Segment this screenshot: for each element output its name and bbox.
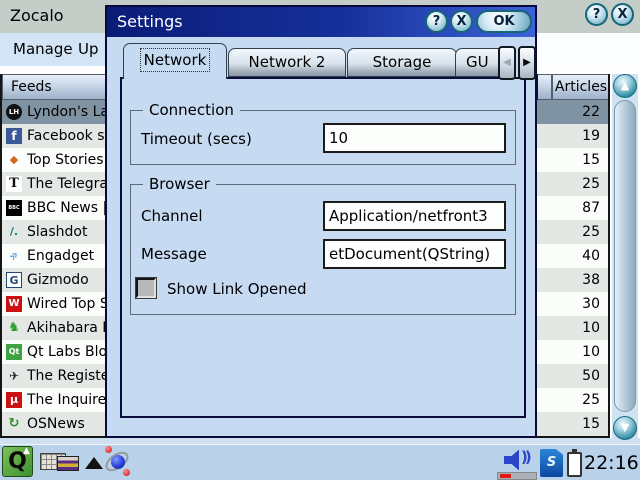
message-label: Message xyxy=(141,245,207,263)
volume-speaker-icon[interactable]: )) xyxy=(504,449,538,471)
article-count: 25 xyxy=(530,172,608,196)
article-count: 30 xyxy=(530,292,608,316)
slashdot-icon: /. xyxy=(6,224,22,240)
battery-icon[interactable] xyxy=(567,452,582,477)
timeout-input[interactable]: 10 xyxy=(323,123,506,153)
article-count: 40 xyxy=(530,244,608,268)
scroll-up-icon[interactable]: ▲ xyxy=(613,74,637,98)
atom-electron xyxy=(123,469,130,476)
article-count: 50 xyxy=(530,364,608,388)
tab-network-label: Network xyxy=(140,48,211,72)
timeout-label: Timeout (secs) xyxy=(141,130,252,148)
app-title: Zocalo xyxy=(10,6,64,25)
volume-level-fill xyxy=(500,474,511,478)
tab-network-2[interactable]: Network 2 xyxy=(228,48,346,77)
article-count: 15 xyxy=(530,412,608,436)
screen-close-button[interactable]: X xyxy=(611,3,634,26)
qt-labs-icon: Qt xyxy=(6,344,22,360)
wired-icon: W xyxy=(6,296,22,312)
article-count: 38 xyxy=(530,268,608,292)
scroll-down-icon[interactable]: ▼ xyxy=(613,416,637,440)
lyndons-latest-icon: LH xyxy=(6,104,22,120)
article-count: 19 xyxy=(530,124,608,148)
tab-scroll-right-icon[interactable]: ▶ xyxy=(518,46,536,80)
dialog-title: Settings xyxy=(117,12,183,31)
show-link-opened-checkbox[interactable] xyxy=(136,278,156,298)
browser-group: Browser Channel Application/netfront3 Me… xyxy=(130,184,516,315)
atom-nucleus xyxy=(111,455,125,469)
facebook-icon: f xyxy=(6,128,22,144)
channel-input[interactable]: Application/netfront3 xyxy=(323,201,506,231)
screen-help-button[interactable]: ? xyxy=(585,3,608,26)
article-count: 10 xyxy=(530,340,608,364)
input-method-up-arrow-icon[interactable] xyxy=(85,457,103,469)
engadget-icon: » xyxy=(3,245,26,268)
tab-scroll-left-icon[interactable]: ◀ xyxy=(498,46,516,80)
article-count: 25 xyxy=(530,388,608,412)
vertical-scrollbar[interactable]: ▲ ▼ xyxy=(612,74,638,440)
article-count: 25 xyxy=(530,220,608,244)
show-link-opened-label: Show Link Opened xyxy=(167,280,307,298)
message-input[interactable]: etDocument(QString) xyxy=(323,239,506,269)
battery-tip xyxy=(572,449,577,453)
dialog-help-button[interactable]: ? xyxy=(425,10,448,33)
settings-dialog: Settings ? X OK Network Network 2 Storag… xyxy=(105,5,537,438)
input-language-flag-icon[interactable] xyxy=(57,456,79,471)
article-count: 87 xyxy=(530,196,608,220)
article-count: 22 xyxy=(530,100,608,124)
connection-group-label: Connection xyxy=(143,101,240,119)
table-left-border xyxy=(0,74,2,438)
dialog-ok-button[interactable]: OK xyxy=(476,10,532,33)
article-count: 10 xyxy=(530,316,608,340)
osnews-icon: ↻ xyxy=(6,416,22,432)
running-app-atom-icon[interactable] xyxy=(102,446,134,478)
gizmodo-icon: G xyxy=(6,272,22,288)
menu-item-update[interactable]: Up xyxy=(78,40,99,58)
tab-network[interactable]: Network xyxy=(123,43,227,79)
menu-item-manage[interactable]: Manage xyxy=(13,40,73,58)
screen: Zocalo ? X Manage Up Feeds Articles LHLy… xyxy=(0,0,640,480)
the-register-icon: ✈ xyxy=(6,368,22,384)
article-count: 15 xyxy=(530,148,608,172)
speaker-waves: )) xyxy=(521,448,529,466)
sd-card-icon[interactable]: S xyxy=(540,449,563,477)
volume-level-bar[interactable] xyxy=(497,472,537,480)
dialog-close-button[interactable]: X xyxy=(450,10,473,33)
top-stories-icon: ◆ xyxy=(6,152,22,168)
akihabara-icon: ♞ xyxy=(6,320,22,336)
table-right-border xyxy=(608,74,610,438)
browser-group-label: Browser xyxy=(143,175,216,193)
scrollbar-thumb[interactable] xyxy=(614,100,636,412)
atom-electron xyxy=(105,446,112,453)
the-inquirer-icon: µ xyxy=(6,392,22,408)
telegraph-icon: T xyxy=(6,176,22,192)
taskbar: Q ▲ )) S 22:16 xyxy=(0,444,640,480)
bbc-news-icon: BBC xyxy=(6,200,22,216)
connection-group: Connection Timeout (secs) 10 xyxy=(130,110,516,165)
tab-storage[interactable]: Storage xyxy=(347,48,457,77)
taskbar-clock: 22:16 xyxy=(584,452,639,474)
channel-label: Channel xyxy=(141,207,203,225)
column-header-articles[interactable]: Articles xyxy=(552,74,610,100)
